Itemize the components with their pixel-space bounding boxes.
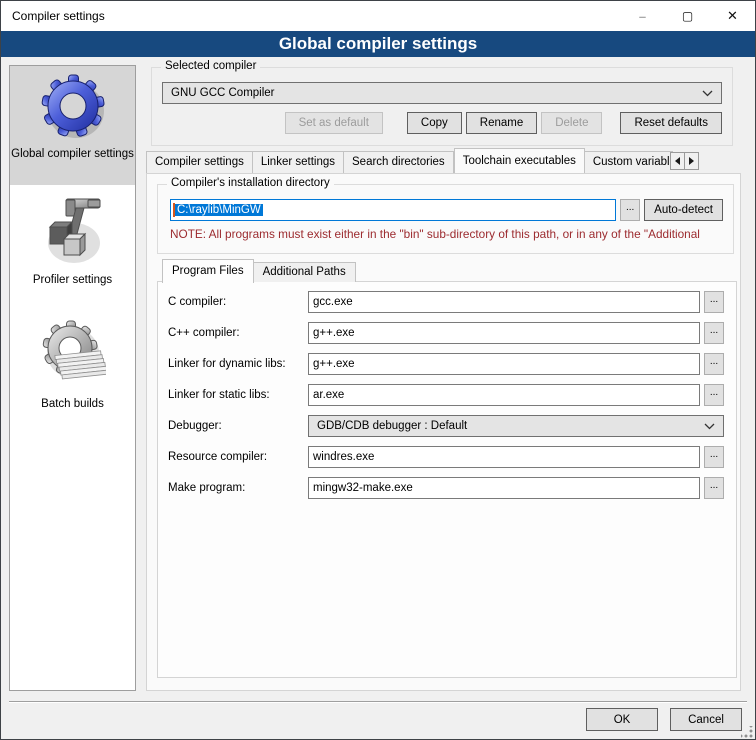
tab-scroll-right-button[interactable] <box>684 152 699 170</box>
linker-static-browse-button[interactable]: ... <box>704 384 724 406</box>
tab-linker-settings[interactable]: Linker settings <box>253 151 344 173</box>
field-row-resource-compiler: Resource compiler: ... <box>168 446 724 468</box>
tab-toolchain-executables[interactable]: Toolchain executables <box>454 148 585 173</box>
maximize-button[interactable]: ▢ <box>665 1 710 31</box>
field-row-make-program: Make program: ... <box>168 477 724 499</box>
tab-scroll-left-button[interactable] <box>670 152 685 170</box>
sidebar-item-global-compiler-settings[interactable]: Global compiler settings <box>10 66 135 185</box>
cpp-compiler-input[interactable] <box>308 322 700 344</box>
ok-button[interactable]: OK <box>586 708 658 731</box>
titlebar[interactable]: Compiler settings – ▢ ✕ <box>1 1 755 31</box>
sidebar-item-batch-builds[interactable]: Batch builds <box>10 319 135 421</box>
dialog-body: Global compiler settings <box>1 57 755 739</box>
subtab-additional-paths[interactable]: Additional Paths <box>254 262 356 282</box>
compiler-actions: Set as default Copy Rename Delete Reset … <box>162 112 722 134</box>
bin-subdirectory-note: NOTE: All programs must exist either in … <box>170 227 729 241</box>
cancel-button[interactable]: Cancel <box>670 708 742 731</box>
linker-dynamic-browse-button[interactable]: ... <box>704 353 724 375</box>
install-dir-input[interactable]: C:\raylib\MinGW <box>170 199 616 221</box>
auto-detect-button[interactable]: Auto-detect <box>644 199 723 221</box>
sidebar-item-profiler-settings[interactable]: Profiler settings <box>10 197 135 293</box>
sidebar-item-label: Global compiler settings <box>11 147 134 161</box>
toolchain-executables-page: Compiler's installation directory C:\ray… <box>146 173 741 691</box>
field-row-cpp-compiler: C++ compiler: ... <box>168 322 724 344</box>
field-label: Linker for static libs: <box>168 389 308 401</box>
field-label: C compiler: <box>168 296 308 308</box>
settings-tabs: Compiler settings Linker settings Search… <box>146 147 673 173</box>
subtab-program-files[interactable]: Program Files <box>162 259 254 283</box>
sidebar-item-label: Profiler settings <box>33 273 112 287</box>
resource-compiler-input[interactable] <box>308 446 700 468</box>
make-program-input[interactable] <box>308 477 700 499</box>
group-label: Compiler's installation directory <box>167 177 334 189</box>
c-compiler-browse-button[interactable]: ... <box>704 291 724 313</box>
linker-dynamic-input[interactable] <box>308 353 700 375</box>
minimize-button[interactable]: – <box>620 1 665 31</box>
field-label: Make program: <box>168 482 308 494</box>
group-label: Selected compiler <box>161 60 260 72</box>
maximize-icon: ▢ <box>682 9 693 23</box>
tab-compiler-settings[interactable]: Compiler settings <box>146 151 253 173</box>
minimize-icon: – <box>639 9 646 24</box>
sidebar-item-label: Batch builds <box>41 397 104 411</box>
cpp-compiler-browse-button[interactable]: ... <box>704 322 724 344</box>
copy-button[interactable]: Copy <box>407 112 462 134</box>
install-dir-browse-button[interactable]: ... <box>620 199 640 221</box>
window-title: Compiler settings <box>1 9 620 23</box>
chevron-down-icon <box>702 90 713 97</box>
program-files-page: C compiler: ... C++ compiler: ... Linker… <box>157 281 737 678</box>
compiler-select[interactable]: GNU GCC Compiler <box>162 82 722 104</box>
settings-category-list: Global compiler settings <box>9 65 136 691</box>
page-title: Global compiler settings <box>1 31 755 57</box>
c-compiler-input[interactable] <box>308 291 700 313</box>
field-row-linker-dynamic: Linker for dynamic libs: ... <box>168 353 724 375</box>
gray-gear-stack-icon <box>40 319 106 394</box>
set-as-default-button[interactable]: Set as default <box>285 112 383 134</box>
field-row-debugger: Debugger: GDB/CDB debugger : Default <box>168 415 724 437</box>
field-label: C++ compiler: <box>168 327 308 339</box>
compiler-settings-dialog: Compiler settings – ▢ ✕ Global compiler … <box>0 0 756 740</box>
field-label: Debugger: <box>168 420 308 432</box>
debugger-select-value: GDB/CDB debugger : Default <box>317 420 704 432</box>
tab-search-directories[interactable]: Search directories <box>344 151 454 173</box>
resize-grip[interactable] <box>741 726 753 738</box>
reset-defaults-button[interactable]: Reset defaults <box>620 112 722 134</box>
install-dir-selected-text: C:\raylib\MinGW <box>175 204 263 216</box>
close-icon: ✕ <box>727 8 738 24</box>
blue-gear-icon <box>39 73 107 144</box>
make-program-browse-button[interactable]: ... <box>704 477 724 499</box>
linker-static-input[interactable] <box>308 384 700 406</box>
arrow-left-icon <box>675 157 680 165</box>
chevron-down-icon <box>704 423 715 430</box>
compiler-select-value: GNU GCC Compiler <box>171 87 702 99</box>
selected-compiler-group: Selected compiler GNU GCC Compiler Set a… <box>151 67 733 146</box>
arrow-right-icon <box>689 157 694 165</box>
resource-compiler-browse-button[interactable]: ... <box>704 446 724 468</box>
footer-divider <box>9 701 747 703</box>
close-button[interactable]: ✕ <box>710 1 755 31</box>
caliper-icon <box>42 197 104 270</box>
field-row-linker-static: Linker for static libs: ... <box>168 384 724 406</box>
debugger-select[interactable]: GDB/CDB debugger : Default <box>308 415 724 437</box>
rename-button[interactable]: Rename <box>466 112 537 134</box>
field-label: Linker for dynamic libs: <box>168 358 308 370</box>
tab-custom-variables[interactable]: Custom variables <box>585 151 673 173</box>
tab-scroll-buttons <box>671 152 699 170</box>
field-row-c-compiler: C compiler: ... <box>168 291 724 313</box>
toolchain-subtabs: Program Files Additional Paths <box>162 258 356 282</box>
installation-directory-group: Compiler's installation directory C:\ray… <box>157 184 734 254</box>
field-label: Resource compiler: <box>168 451 308 463</box>
delete-button[interactable]: Delete <box>541 112 602 134</box>
